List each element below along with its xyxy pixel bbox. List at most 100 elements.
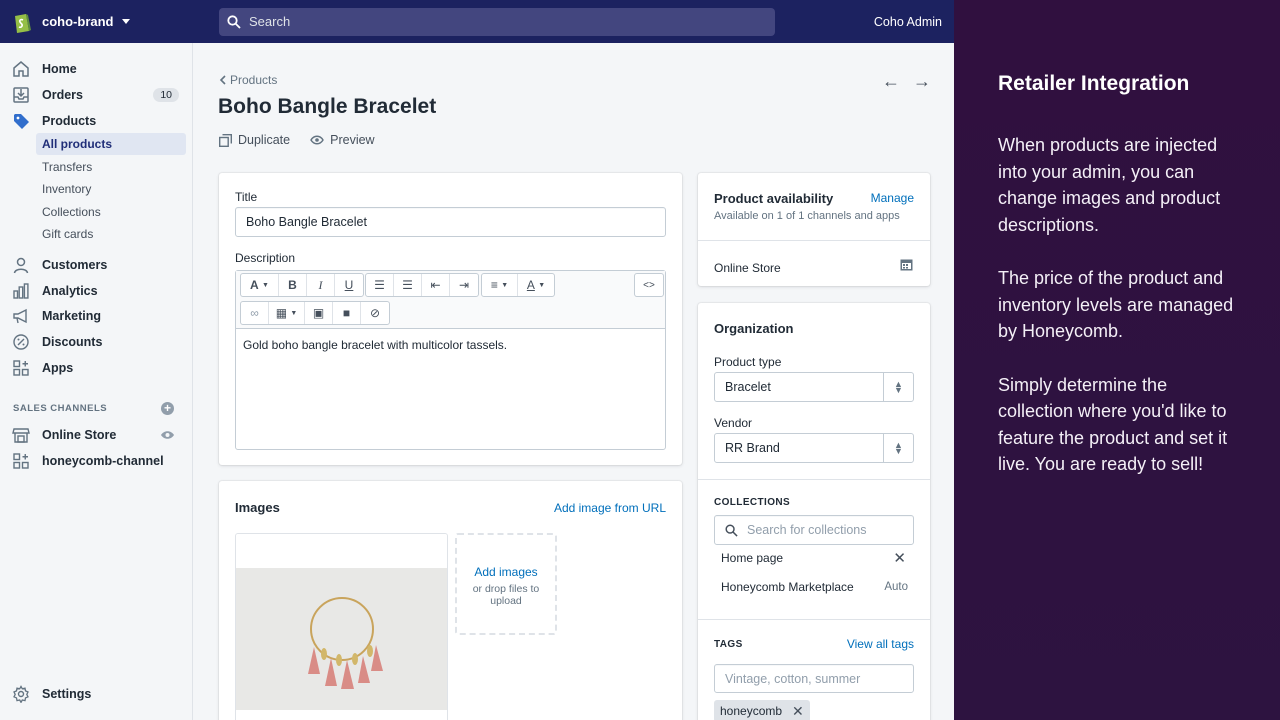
indent-icon[interactable]: ⇥ — [450, 274, 478, 296]
calendar-icon[interactable] — [900, 258, 913, 271]
divider — [698, 479, 930, 480]
sidebar-subitem-inventory[interactable]: Inventory — [36, 178, 186, 200]
product-details-card: Title Boho Bangle Bracelet Description A… — [219, 173, 682, 465]
sidebar-item-home[interactable]: Home — [0, 57, 193, 81]
previous-product-arrow-icon[interactable]: ← — [882, 71, 900, 92]
manage-link[interactable]: Manage — [871, 191, 914, 205]
collection-item: Home page ✕ — [714, 544, 914, 572]
sidebar-item-products[interactable]: Products — [0, 109, 193, 133]
sidebar-item-honeycomb-channel[interactable]: honeycomb-channel — [0, 449, 193, 473]
font-style-dropdown[interactable]: A ▼ — [241, 274, 279, 296]
sidebar-item-label: honeycomb-channel — [42, 454, 164, 468]
collections-search[interactable]: Search for collections — [714, 515, 914, 545]
promo-paragraph: The price of the product and inventory l… — [998, 268, 1234, 341]
megaphone-icon — [13, 308, 27, 324]
sidebar-subitem-gift-cards[interactable]: Gift cards — [36, 223, 186, 245]
view-all-tags-link[interactable]: View all tags — [847, 637, 914, 651]
add-channel-icon[interactable]: + — [161, 402, 174, 415]
images-heading: Images — [235, 500, 280, 515]
image-icon[interactable]: ▣ — [305, 302, 333, 324]
user-menu[interactable]: Coho Admin — [874, 15, 942, 29]
sidebar-item-apps[interactable]: Apps — [0, 356, 193, 380]
sidebar-item-analytics[interactable]: Analytics — [0, 279, 193, 303]
sidebar-item-label: Settings — [42, 687, 92, 701]
tags-heading: TAGS — [714, 639, 743, 650]
sidebar-item-online-store[interactable]: Online Store — [0, 423, 193, 447]
eye-icon — [310, 135, 324, 145]
numbered-list-icon[interactable]: ☰ — [394, 274, 422, 296]
image-dropzone[interactable]: Add images or drop files to upload — [455, 533, 557, 635]
italic-icon[interactable]: I — [307, 274, 335, 296]
html-toggle-group: <> — [634, 273, 664, 297]
sidebar-subitem-collections[interactable]: Collections — [36, 201, 186, 223]
select-arrows-icon: ▲ ▼ — [883, 373, 913, 401]
description-editor: A ▼ B I U ☰ ☰ ⇤ ⇥ ≡ ▼ A ▼ <> ∞ ▦ ▼ ▣ ■ ⊘… — [235, 270, 666, 450]
clear-formatting-icon[interactable]: ⊘ — [361, 302, 389, 324]
eye-icon[interactable] — [160, 430, 175, 440]
tags-input[interactable]: Vintage, cotton, summer — [714, 664, 914, 693]
preview-button[interactable]: Preview — [310, 133, 375, 147]
orders-count-badge: 10 — [153, 88, 179, 102]
editor-toolbar: A ▼ B I U ☰ ☰ ⇤ ⇥ ≡ ▼ A ▼ <> ∞ ▦ ▼ ▣ ■ ⊘ — [236, 271, 665, 329]
store-icon — [12, 428, 30, 443]
breadcrumb-products[interactable]: Products — [230, 73, 277, 87]
duplicate-label: Duplicate — [238, 133, 291, 147]
product-type-select[interactable]: Bracelet ▲ ▼ — [714, 372, 914, 402]
sidebar: Home Orders 10 Products All products Tra… — [0, 43, 193, 720]
divider — [698, 619, 930, 620]
select-arrows-icon: ▲ ▼ — [883, 434, 913, 462]
text-color-dropdown[interactable]: A ▼ — [518, 274, 554, 296]
outdent-icon[interactable]: ⇤ — [422, 274, 450, 296]
apps-icon — [13, 360, 29, 376]
sidebar-item-orders[interactable]: Orders 10 — [0, 83, 193, 107]
bold-icon[interactable]: B — [279, 274, 307, 296]
bulleted-list-icon[interactable]: ☰ — [366, 274, 394, 296]
promo-paragraph: Simply determine the collection where yo… — [998, 374, 1228, 475]
sidebar-item-settings[interactable]: Settings — [0, 682, 193, 706]
sales-channels-heading: SALES CHANNELS — [13, 403, 108, 414]
align-dropdown[interactable]: ≡ ▼ — [482, 274, 518, 296]
tag-chip: honeycomb ✕ — [714, 700, 810, 720]
video-icon[interactable]: ■ — [333, 302, 361, 324]
vendor-select[interactable]: RR Brand ▲ ▼ — [714, 433, 914, 463]
sidebar-item-label: Discounts — [42, 335, 103, 349]
collections-placeholder: Search for collections — [747, 523, 867, 537]
title-input[interactable]: Boho Bangle Bracelet — [235, 207, 666, 237]
breadcrumb[interactable]: Products — [219, 73, 277, 87]
add-images-link[interactable]: Add images — [457, 565, 555, 579]
sidebar-item-label: Marketing — [42, 309, 102, 323]
organization-card: Organization Product type Bracelet ▲ ▼ Ve… — [698, 303, 930, 720]
sidebar-subitem-transfers[interactable]: Transfers — [36, 156, 186, 178]
product-type-label: Product type — [714, 355, 782, 369]
sidebar-item-marketing[interactable]: Marketing — [0, 304, 193, 328]
availability-card: Product availability Manage Available on… — [698, 173, 930, 286]
sidebar-item-label: Apps — [42, 361, 74, 375]
sidebar-item-customers[interactable]: Customers — [0, 253, 193, 277]
search-placeholder: Search — [249, 14, 291, 29]
duplicate-button[interactable]: Duplicate — [219, 133, 290, 147]
product-image[interactable] — [235, 533, 448, 720]
sidebar-item-label: Home — [42, 62, 77, 76]
link-icon[interactable]: ∞ — [241, 302, 269, 324]
next-product-arrow-icon[interactable]: → — [913, 71, 931, 92]
store-name: coho-brand — [42, 14, 114, 29]
top-bar: coho-brand Search Coho Admin — [0, 0, 954, 43]
collection-name: Home page — [721, 551, 784, 565]
sidebar-item-discounts[interactable]: Discounts — [0, 330, 193, 354]
vendor-label: Vendor — [714, 416, 753, 430]
divider — [698, 240, 930, 241]
sidebar-item-label: Products — [42, 114, 97, 128]
add-image-from-url-link[interactable]: Add image from URL — [554, 501, 666, 515]
description-text[interactable]: Gold boho bangle bracelet with multicolo… — [236, 329, 665, 361]
code-view-icon[interactable]: <> — [635, 274, 663, 296]
remove-tag-icon[interactable]: ✕ — [792, 703, 804, 720]
underline-icon[interactable]: U — [335, 274, 363, 296]
remove-collection-icon[interactable]: ✕ — [893, 549, 906, 567]
text-style-group: A ▼ B I U — [240, 273, 364, 297]
table-dropdown[interactable]: ▦ ▼ — [269, 302, 305, 324]
sidebar-subitem-all-products[interactable]: All products — [36, 133, 186, 155]
preview-label: Preview — [330, 133, 375, 147]
store-switcher[interactable]: coho-brand — [0, 10, 219, 34]
search-bar[interactable]: Search — [219, 7, 775, 36]
main-content: Products Boho Bangle Bracelet ← → Duplic… — [193, 43, 954, 720]
